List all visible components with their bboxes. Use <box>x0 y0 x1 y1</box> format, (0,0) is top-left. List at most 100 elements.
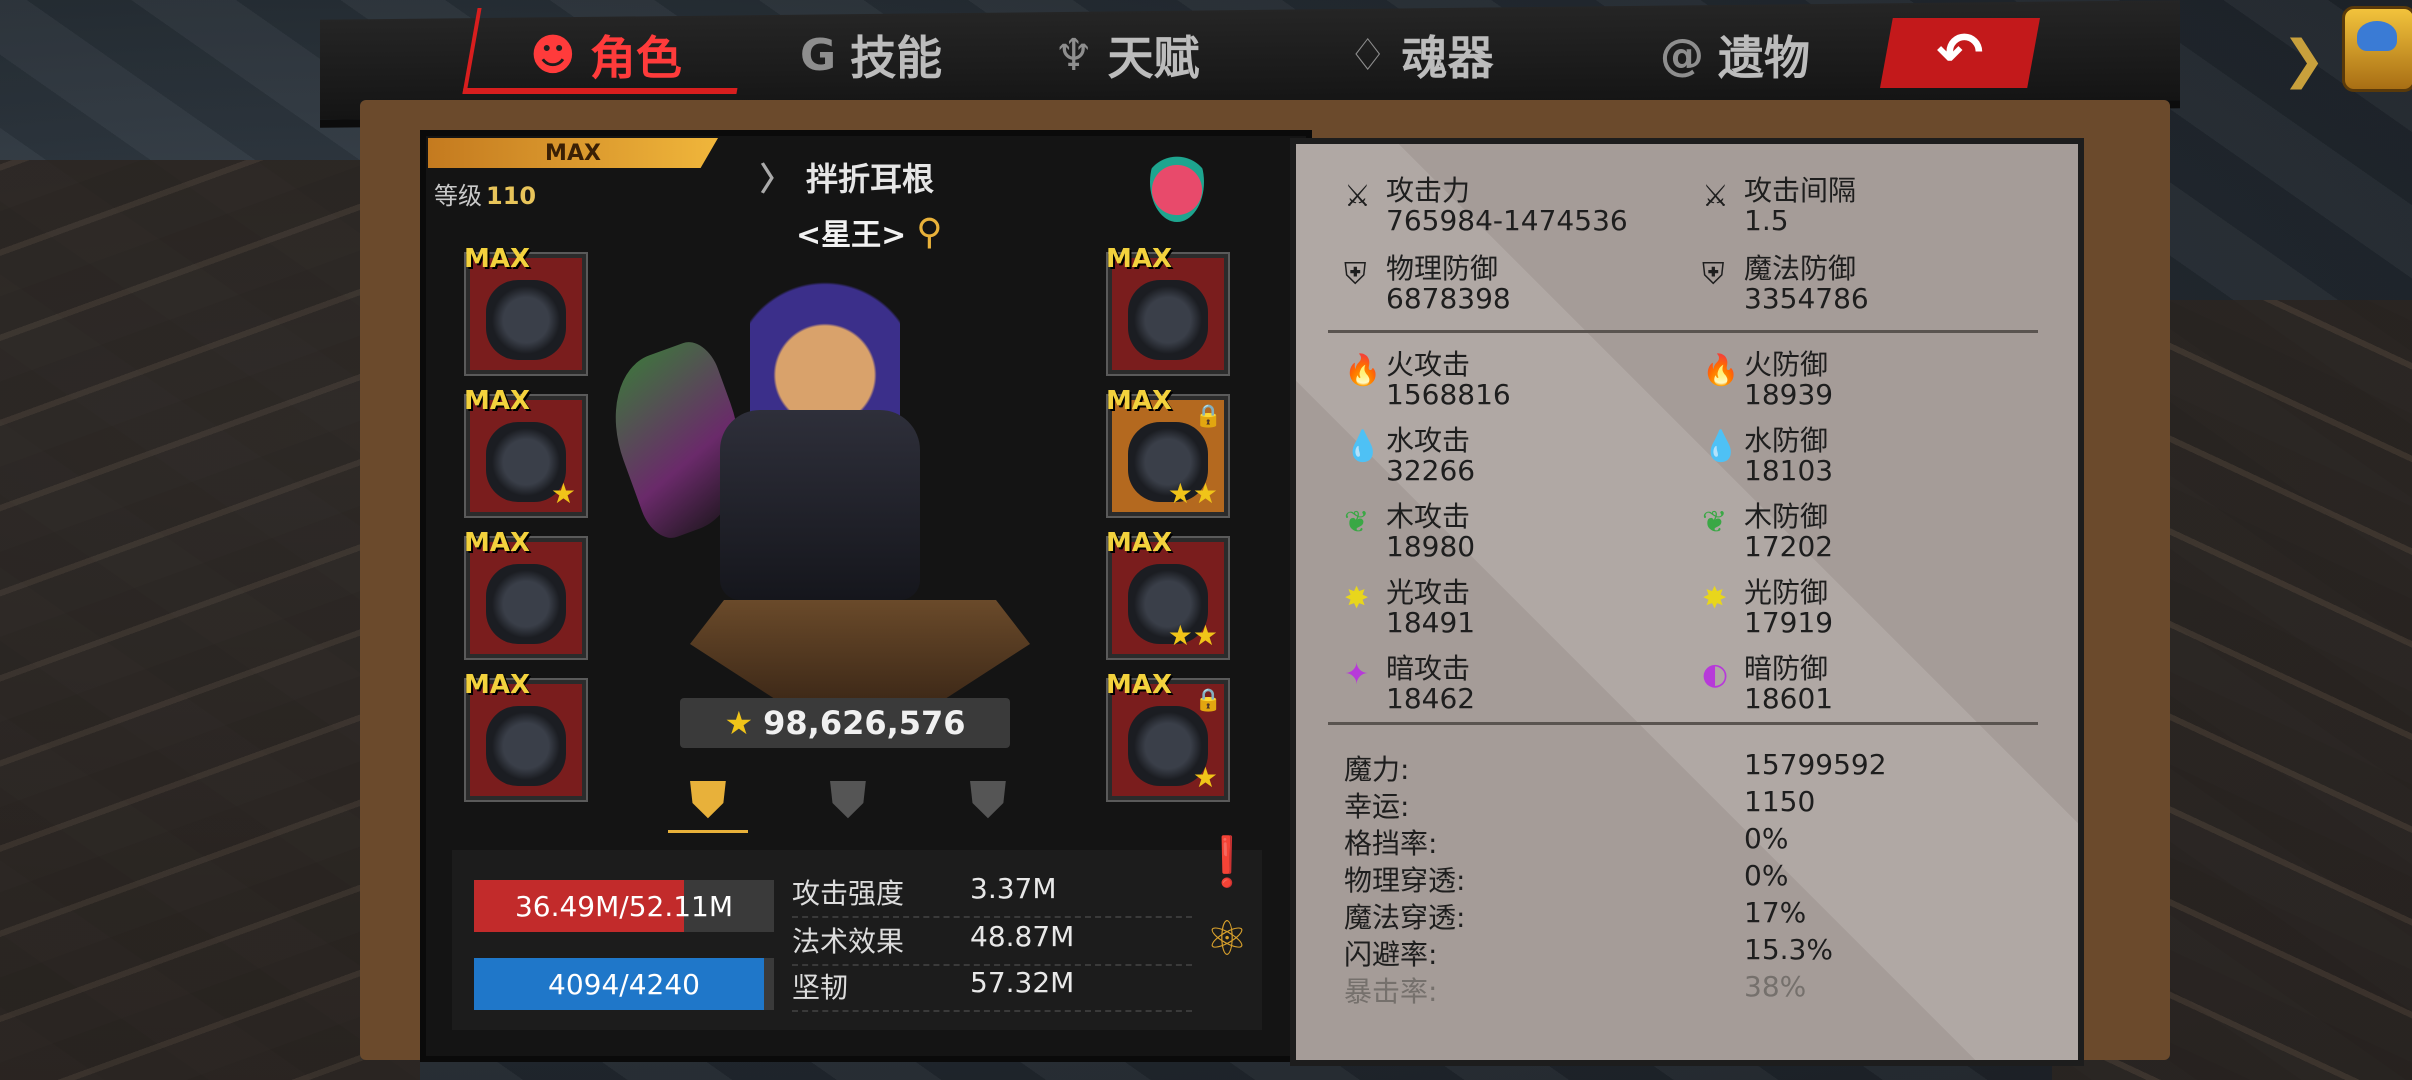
character-name: 拌折耳根 <box>806 160 935 198</box>
leaf-defense-icon: ❦ <box>1702 505 1728 540</box>
misc-stat-key: 格挡率: <box>1344 827 1438 860</box>
g-icon: G <box>800 29 837 81</box>
tab-skills[interactable]: G 技能 <box>800 20 942 90</box>
light-defense-icon: ✸ <box>1702 581 1728 616</box>
star-icon: ★ <box>724 704 754 742</box>
character-title-row[interactable]: <星王> ⚲ <box>796 210 943 254</box>
level-display: 等级 110 <box>434 176 536 211</box>
hero-body <box>720 410 920 600</box>
slot-stars: ★ <box>1192 761 1218 794</box>
back-button[interactable]: ↶ <box>1880 18 2040 88</box>
slot-max-badge: MAX <box>464 386 531 416</box>
stat-light-attack: ✸ 光攻击 18491 <box>1344 578 1475 638</box>
slot-max-badge: MAX <box>1106 670 1173 700</box>
side-stat-key: 坚韧 <box>792 971 849 1004</box>
mask-icon <box>486 280 566 360</box>
equipment-slot-gauntlet[interactable]: MAX ★ <box>464 386 588 518</box>
stat-value: 3354786 <box>1744 282 1869 315</box>
equipment-slot-helmet[interactable]: MAX ★★ <box>1106 528 1230 660</box>
side-stat-value: 48.87M <box>970 920 1075 953</box>
stat-label: 水攻击 <box>1386 424 1471 457</box>
flame-icon: ♢ <box>1348 29 1388 81</box>
misc-stat-key: 暴击率: <box>1344 975 1438 1008</box>
magnifier-icon[interactable]: ⚲ <box>916 212 942 253</box>
stat-label: 水防御 <box>1744 424 1829 457</box>
equipment-slot-shoulder[interactable]: MAX <box>1106 244 1230 376</box>
demon-icon: ☻ <box>530 29 576 81</box>
water-defense-icon: 💧 <box>1702 429 1740 464</box>
stat-value: 765984-1474536 <box>1386 204 1628 237</box>
stat-label: 光防御 <box>1744 576 1829 609</box>
slot-max-badge: MAX <box>464 670 531 700</box>
side-stat-row: 坚韧 57.32M <box>792 966 1192 1012</box>
stat-label: 木防御 <box>1744 500 1829 533</box>
stat-value: 32266 <box>1386 454 1476 487</box>
side-stat-key: 攻击强度 <box>792 877 905 910</box>
stat-value: 17919 <box>1744 606 1834 639</box>
tab-label: 技能 <box>850 31 943 85</box>
slot-max-badge: MAX <box>1106 528 1173 558</box>
dark-defense-icon: ◐ <box>1702 657 1729 692</box>
equipment-slot-ring[interactable]: MAX <box>464 670 588 802</box>
armor-set-3-icon[interactable]: ⛊ <box>948 770 1028 830</box>
divider <box>1328 330 2038 333</box>
misc-stat-value: 15.3% <box>1744 933 1833 966</box>
stat-dark-attack: ✦ 暗攻击 18462 <box>1344 654 1475 714</box>
equipment-slot-amulet[interactable]: 🔒 MAX ★ <box>1106 670 1230 802</box>
water-attack-icon: 💧 <box>1344 429 1382 464</box>
mp-bar: 4094/4240 <box>474 958 774 1010</box>
misc-stat-value: 0% <box>1744 859 1789 892</box>
stat-value: 6878398 <box>1386 282 1511 315</box>
slot-stars: ★★ <box>1167 477 1218 510</box>
side-stat-value: 3.37M <box>970 872 1057 905</box>
shoulder-icon <box>1128 280 1208 360</box>
stat-fire-defense: 🔥 火防御 18939 <box>1702 350 1834 411</box>
stat-label: 攻击力 <box>1386 174 1471 207</box>
equipment-slot-bracer[interactable]: MAX <box>464 528 588 660</box>
tab-character[interactable]: ☻ 角色 <box>530 20 682 90</box>
mp-text: 4094/4240 <box>548 967 700 1001</box>
tab-relics[interactable]: @ 遗物 <box>1660 20 1810 90</box>
atom-icon[interactable]: ⚛ <box>1198 910 1256 968</box>
tab-talent[interactable]: ♆ 天赋 <box>1054 20 1199 90</box>
slot-stars: ★★ <box>1167 619 1218 652</box>
stat-value: 18601 <box>1744 682 1834 715</box>
slot-stars: ★ <box>550 477 576 510</box>
expand-arrow-icon[interactable]: ❯ <box>2282 30 2326 90</box>
stat-value: 18103 <box>1744 454 1834 487</box>
stat-value: 18980 <box>1386 530 1476 563</box>
misc-stat-value: 17% <box>1744 896 1807 929</box>
shield-sword-icon: ⛨ <box>1344 257 1367 292</box>
tab-soul-vessel[interactable]: ♢ 魂器 <box>1348 20 1493 90</box>
armor-set-tabs: ⛊ ⛊ ⛊ <box>668 770 1028 833</box>
equipment-slot-mask[interactable]: MAX <box>464 244 588 376</box>
misc-stat-key: 幸运: <box>1344 790 1410 823</box>
stat-label: 魔法防御 <box>1744 252 1857 285</box>
treasure-chest-icon[interactable] <box>2342 6 2412 92</box>
stat-fire-attack: 🔥 火攻击 1568816 <box>1344 350 1511 410</box>
sword-icon: ⚔ <box>1344 179 1371 214</box>
stat-attack-interval: ⚔ 攻击间隔 1.5 <box>1702 176 1856 237</box>
fire-defense-icon: 🔥 <box>1702 353 1740 388</box>
character-name-row[interactable]: 〉拌折耳根 <box>760 154 934 200</box>
misc-stat-value: 38% <box>1744 970 1807 1003</box>
swirl-icon: @ <box>1660 29 1704 81</box>
armor-set-2-icon[interactable]: ⛊ <box>808 770 888 830</box>
stat-dark-defense: ◐ 暗防御 18601 <box>1702 654 1834 715</box>
info-icon[interactable]: ❗ <box>1197 832 1257 890</box>
armor-set-1-icon[interactable]: ⛊ <box>668 770 748 833</box>
stat-value: 18939 <box>1744 378 1834 411</box>
wing-sword-icon: ⚔ <box>1702 179 1729 214</box>
equipment-slot-armor[interactable]: 🔒 MAX ★★ <box>1106 386 1230 518</box>
max-level-bar: MAX <box>428 138 718 168</box>
misc-stat-value: 0% <box>1744 822 1789 855</box>
level-value: 110 <box>486 182 537 210</box>
stat-value: 1.5 <box>1744 204 1789 237</box>
stat-value: 17202 <box>1744 530 1834 563</box>
crest-icon: ♆ <box>1054 29 1094 81</box>
stat-label: 木攻击 <box>1386 500 1471 533</box>
potion-icon[interactable] <box>1150 142 1204 222</box>
tab-label: 魂器 <box>1401 31 1494 85</box>
side-stat-key: 法术效果 <box>792 925 905 958</box>
lock-icon: 🔒 <box>1194 688 1222 713</box>
